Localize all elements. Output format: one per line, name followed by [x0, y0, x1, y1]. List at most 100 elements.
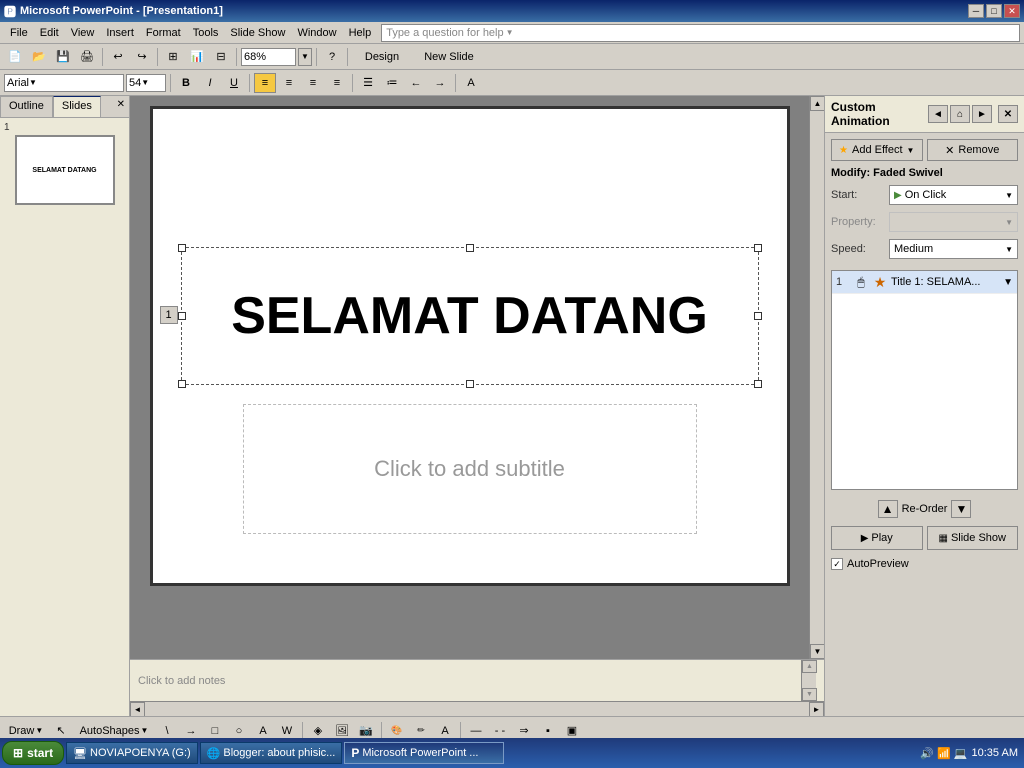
add-effect-button[interactable]: ★ Add Effect ▼: [831, 139, 923, 161]
close-button[interactable]: ✕: [1004, 4, 1020, 18]
separator9: [455, 74, 456, 92]
vertical-scrollbar[interactable]: ▲ ▼: [809, 96, 824, 659]
align-right-button[interactable]: ≡: [302, 73, 324, 93]
reorder-up-button[interactable]: ▲: [878, 500, 898, 518]
italic-button[interactable]: I: [199, 73, 221, 93]
autoshapes-dropdown-arrow[interactable]: ▼: [141, 726, 149, 735]
start-label: start: [27, 746, 53, 760]
anim-item-expand[interactable]: ▼: [1003, 277, 1013, 288]
start-selector[interactable]: ▶ On Click ▼: [889, 185, 1018, 205]
notes-scroll-down[interactable]: ▼: [802, 688, 817, 701]
systray-icons: 🔊 📶 💻: [920, 747, 967, 760]
justify-button[interactable]: ≡: [326, 73, 348, 93]
play-icon: ▶: [861, 533, 869, 544]
anim-forward-button[interactable]: ►: [972, 105, 992, 123]
horizontal-scrollbar[interactable]: ◄ ►: [130, 701, 824, 716]
scroll-down-button[interactable]: ▼: [810, 644, 824, 659]
new-button[interactable]: 📄: [4, 47, 26, 67]
undo-button[interactable]: ↩: [107, 47, 129, 67]
font-size-selector[interactable]: 54 ▼: [126, 74, 166, 92]
increase-indent-button[interactable]: →: [429, 73, 451, 93]
bullet-list-button[interactable]: ☰: [357, 73, 379, 93]
menu-view[interactable]: View: [65, 25, 101, 41]
anim-close-button[interactable]: ✕: [998, 105, 1018, 123]
slide-subtitle-box[interactable]: Click to add subtitle: [243, 404, 697, 534]
star-icon: ★: [839, 145, 848, 156]
remove-button[interactable]: ✕ Remove: [927, 139, 1019, 161]
open-button[interactable]: 📂: [28, 47, 50, 67]
minimize-button[interactable]: ─: [968, 4, 984, 18]
save-button[interactable]: 💾: [52, 47, 74, 67]
start-button[interactable]: ⊞ start: [2, 741, 64, 765]
font-size-dropdown[interactable]: ▼: [141, 78, 149, 87]
menu-help[interactable]: Help: [343, 25, 378, 41]
hscroll-left[interactable]: ◄: [130, 702, 145, 716]
animation-list-item[interactable]: 1 🖱 ★ Title 1: SELAMA... ▼: [832, 271, 1017, 294]
menu-file[interactable]: File: [4, 25, 34, 41]
speed-selector[interactable]: Medium ▼: [889, 239, 1018, 259]
redo-button[interactable]: ↪: [131, 47, 153, 67]
notes-area[interactable]: Click to add notes ▲ ▼: [130, 659, 824, 701]
hscroll-track[interactable]: [145, 702, 809, 716]
tab-slides[interactable]: Slides: [53, 96, 101, 117]
animation-panel-header: Custom Animation ◄ ⌂ ► ✕: [825, 96, 1024, 133]
speed-dropdown-arrow[interactable]: ▼: [1005, 245, 1013, 254]
taskbar-noviapoenya[interactable]: 🖥 NOVIAPOENYA (G:): [66, 742, 198, 764]
bold-button[interactable]: B: [175, 73, 197, 93]
notes-scroll-up[interactable]: ▲: [802, 660, 817, 673]
play-button[interactable]: ▶ Play: [831, 526, 923, 550]
draw-dropdown-arrow[interactable]: ▼: [35, 726, 43, 735]
insert-chart-button[interactable]: 📊: [186, 47, 208, 67]
font-selector[interactable]: Arial ▼: [4, 74, 124, 92]
underline-button[interactable]: U: [223, 73, 245, 93]
restore-button[interactable]: □: [986, 4, 1002, 18]
zoom-dropdown[interactable]: ▼: [298, 48, 312, 66]
design-button[interactable]: Design: [352, 47, 412, 67]
taskbar-powerpoint[interactable]: P Microsoft PowerPoint ...: [344, 742, 504, 764]
separator6: [170, 74, 171, 92]
anim-back-button[interactable]: ◄: [928, 105, 948, 123]
separator4: [316, 48, 317, 66]
auto-preview-checkbox[interactable]: ✓: [831, 558, 843, 570]
hscroll-right[interactable]: ►: [809, 702, 824, 716]
slide-show-button[interactable]: ▦ Slide Show: [927, 526, 1019, 550]
menu-window[interactable]: Window: [291, 25, 342, 41]
scroll-up-button[interactable]: ▲: [810, 96, 824, 111]
menu-edit[interactable]: Edit: [34, 25, 65, 41]
slide-thumbnail[interactable]: SELAMAT DATANG: [15, 135, 115, 205]
notes-scrollbar[interactable]: ▲ ▼: [801, 660, 816, 701]
zoom-value: 68%: [244, 51, 266, 63]
property-dropdown-arrow[interactable]: ▼: [1005, 218, 1013, 227]
separator5: [347, 48, 348, 66]
numbered-list-button[interactable]: ≔: [381, 73, 403, 93]
taskbar-blogger[interactable]: 🌐 Blogger: about phisic...: [200, 742, 343, 764]
start-dropdown-arrow[interactable]: ▼: [1005, 191, 1013, 200]
help-search-box[interactable]: Type a question for help ▼: [381, 24, 1020, 42]
slide-title-box[interactable]: 1 SELAMAT DATANG: [181, 247, 759, 385]
anim-home-button[interactable]: ⌂: [950, 105, 970, 123]
reorder-label: Re-Order: [902, 503, 948, 515]
menu-format[interactable]: Format: [140, 25, 187, 41]
slide-canvas[interactable]: 1 SELAMAT DATANG Click to add subtitle: [150, 106, 790, 586]
tab-outline[interactable]: Outline: [0, 96, 53, 117]
new-slide-button[interactable]: New Slide: [414, 47, 484, 67]
decrease-indent-button[interactable]: ←: [405, 73, 427, 93]
property-selector[interactable]: ▼: [889, 212, 1018, 232]
scroll-thumb[interactable]: [810, 111, 824, 644]
align-center-button[interactable]: ≡: [278, 73, 300, 93]
add-effect-dropdown[interactable]: ▼: [907, 146, 915, 155]
menu-slideshow[interactable]: Slide Show: [224, 25, 291, 41]
panel-close-button[interactable]: ✕: [113, 96, 129, 117]
insert-table-button[interactable]: ⊞: [162, 47, 184, 67]
menu-insert[interactable]: Insert: [100, 25, 140, 41]
font-color-button[interactable]: A: [460, 73, 482, 93]
menu-tools[interactable]: Tools: [187, 25, 225, 41]
main-layout: Outline Slides ✕ 1 SELAMAT DATANG: [0, 96, 1024, 716]
help-button[interactable]: ?: [321, 47, 343, 67]
reorder-down-button[interactable]: ▼: [951, 500, 971, 518]
font-dropdown[interactable]: ▼: [29, 78, 37, 87]
print-button[interactable]: 🖨: [76, 47, 98, 67]
table-border-button[interactable]: ⊟: [210, 47, 232, 67]
align-left-button[interactable]: ≡: [254, 73, 276, 93]
help-dropdown-arrow[interactable]: ▼: [506, 28, 514, 37]
